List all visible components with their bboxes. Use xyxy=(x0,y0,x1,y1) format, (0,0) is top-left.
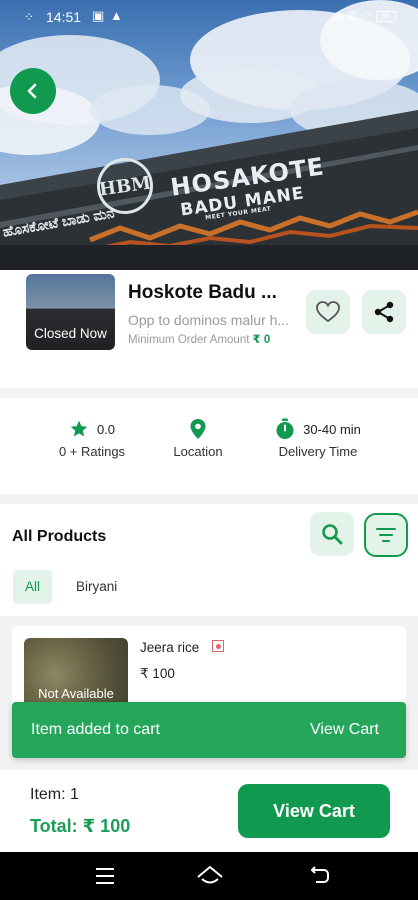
cart-total: Total: ₹ 100 xyxy=(30,816,131,836)
system-navigation-bar xyxy=(0,852,418,900)
store-address: Opp to dominos malur h... xyxy=(128,312,290,328)
snackbar-message: Item added to cart xyxy=(31,721,160,738)
min-order-value: ₹ 0 xyxy=(252,334,271,346)
share-button[interactable] xyxy=(362,290,406,334)
menu-icon[interactable] xyxy=(94,866,116,886)
timer-icon xyxy=(276,418,294,439)
warning-icon: ▲ xyxy=(110,8,123,23)
wifi-icon: ◠ xyxy=(361,9,376,23)
heart-icon xyxy=(316,301,340,323)
message-icon: ▣ xyxy=(92,8,105,23)
min-order-label: Minimum Order Amount xyxy=(128,334,250,346)
product-name: Jeera rice xyxy=(140,640,200,655)
location-info[interactable]: Location xyxy=(158,418,238,459)
store-banner-image: HBM HOSAKOTE BADU MANE MEET YOUR MEAT ಹೊ… xyxy=(0,0,418,270)
call-icon: ✆ xyxy=(347,9,362,23)
vibrate-icon: ◎ xyxy=(332,9,348,23)
share-icon xyxy=(374,301,394,323)
search-button[interactable] xyxy=(310,512,354,556)
min-order-amount: Minimum Order Amount ₹ 0 xyxy=(128,332,270,346)
non-veg-icon xyxy=(212,640,224,652)
back-nav-icon[interactable] xyxy=(308,866,330,886)
store-stats: 0.0 0 + Ratings Location 30-40 min Deliv… xyxy=(0,398,418,494)
rating-info: 0.0 0 + Ratings xyxy=(50,418,134,459)
back-button[interactable] xyxy=(10,68,56,114)
category-chip-all[interactable]: All xyxy=(13,570,53,604)
chevron-left-icon xyxy=(27,83,37,99)
cart-item-count: Item: 1 xyxy=(30,786,79,803)
favorite-button[interactable] xyxy=(306,290,350,334)
status-right-icons: ◎✆◠ 98 xyxy=(333,9,396,23)
cart-snackbar: Item added to cart View Cart xyxy=(12,702,406,758)
rating-value: 0.0 xyxy=(96,421,116,437)
status-time: 14:51 xyxy=(46,9,82,25)
category-chip-biryani[interactable]: Biryani xyxy=(64,570,129,604)
store-thumbnail: Closed Now xyxy=(26,274,115,350)
status-bar: ⁘ 14:51 ▣ ▲ ◎✆◠ 98 xyxy=(0,0,418,34)
search-icon xyxy=(322,524,343,545)
star-icon xyxy=(70,420,88,437)
filter-icon xyxy=(376,528,396,542)
store-name: Hoskote Badu ... xyxy=(128,282,277,303)
view-cart-button[interactable]: View Cart xyxy=(238,784,390,838)
store-info-card: Closed Now Hoskote Badu ... Opp to domin… xyxy=(0,270,418,388)
cart-summary-bar: Item: 1 Total: ₹ 100 View Cart xyxy=(0,770,418,852)
snackbar-view-cart-button[interactable]: View Cart xyxy=(310,721,379,739)
delivery-time-info: 30-40 min Delivery Time xyxy=(268,418,368,459)
closed-now-label: Closed Now xyxy=(34,326,107,341)
products-title: All Products xyxy=(12,528,107,545)
location-label: Location xyxy=(173,444,223,459)
signal-small-icon: ⁘ xyxy=(24,10,35,24)
location-pin-icon xyxy=(190,419,206,439)
product-price: ₹ 100 xyxy=(140,666,175,681)
filter-button[interactable] xyxy=(364,513,408,557)
products-section: All Products All Biryani xyxy=(0,504,418,616)
delivery-time-value: 30-40 min xyxy=(303,421,361,437)
home-icon[interactable] xyxy=(196,865,224,887)
delivery-time-label: Delivery Time xyxy=(278,444,358,459)
battery-icon: 98 xyxy=(376,11,396,23)
rating-label: 0 + Ratings xyxy=(58,444,126,459)
